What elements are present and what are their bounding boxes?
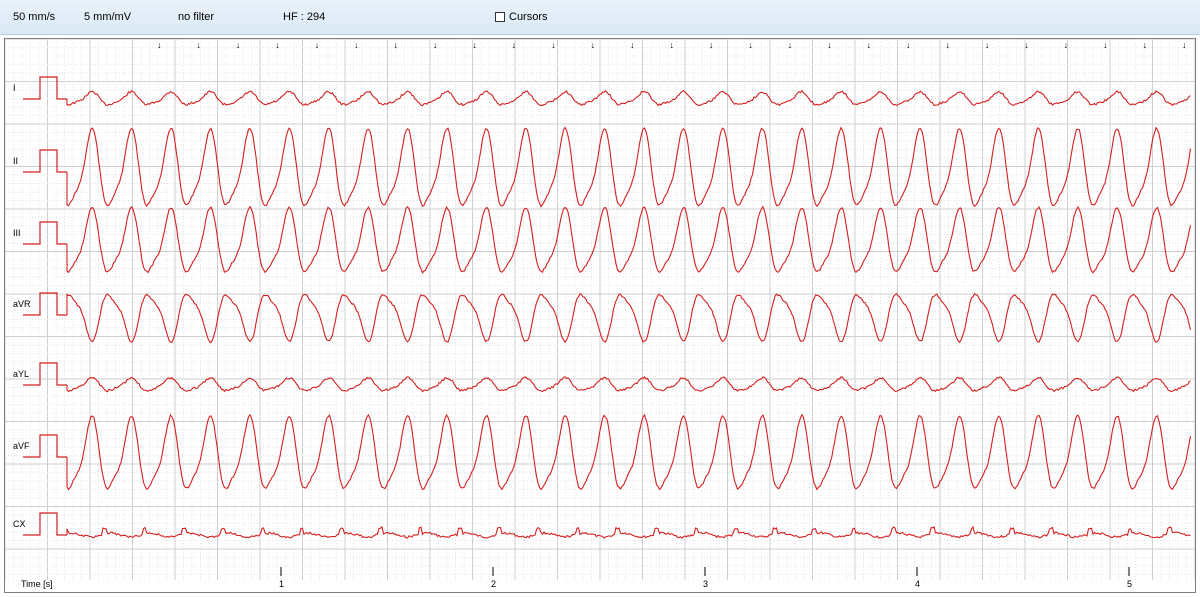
beat-marker: ↓ [236, 40, 241, 50]
lead-label: aYL [13, 369, 29, 379]
lead-trace [66, 413, 1192, 491]
beat-marker: ↓ [788, 40, 793, 50]
lead-aVF: aVF [13, 413, 1192, 491]
beat-marker: ↓ [827, 40, 832, 50]
beat-marker: ↓ [394, 40, 399, 50]
beat-marker: ↓ [1024, 40, 1029, 50]
beat-marker: ↓ [433, 40, 438, 50]
lead-trace [66, 205, 1192, 274]
beat-marker: ↓ [670, 40, 675, 50]
time-axis-label: Time [s] [21, 579, 53, 589]
speed-label[interactable]: 50 mm/s [13, 11, 55, 23]
lead-label: II [13, 156, 18, 166]
lead-label: aVR [13, 299, 31, 309]
beat-marker: ↓ [591, 40, 596, 50]
gain-label[interactable]: 5 mm/mV [84, 11, 131, 23]
beat-marker: ↓ [275, 40, 280, 50]
beat-marker: ↓ [551, 40, 556, 50]
lead-traces: IIIIIIaVRaYLaVFCX [13, 76, 1192, 539]
filter-label[interactable]: no filter [178, 11, 214, 23]
lead-label: III [13, 228, 21, 238]
lead-label: aVF [13, 441, 30, 451]
toolbar: 50 mm/s 5 mm/mV no filter HF : 294 Curso… [0, 0, 1200, 35]
cursors-label[interactable]: Cursors [509, 11, 548, 23]
beat-marker: ↓ [472, 40, 477, 50]
time-tick-label: 5 [1127, 579, 1132, 589]
beat-marker: ↓ [1064, 40, 1069, 50]
time-tick-label: 3 [703, 579, 708, 589]
time-tick-label: 2 [491, 579, 496, 589]
beat-marker: ↓ [196, 40, 201, 50]
calibration-pulse [23, 149, 67, 173]
lead-trace [66, 525, 1191, 539]
calibration-pulse [23, 362, 67, 386]
beat-marker: ↓ [1103, 40, 1108, 50]
lead-aVR: aVR [13, 292, 1192, 344]
beat-marker: ↓ [945, 40, 950, 50]
lead-label: I [13, 83, 16, 93]
beat-marker: ↓ [906, 40, 911, 50]
beat-marker: ↓ [709, 40, 714, 50]
ecg-grid [5, 39, 1195, 580]
lead-label: CX [13, 519, 26, 529]
lead-trace [66, 292, 1192, 344]
beat-marker: ↓ [157, 40, 162, 50]
calibration-pulse [23, 76, 67, 100]
time-tick-label: 4 [915, 579, 920, 589]
ecg-panel: ↓ ↓ ↓ ↓ ↓ ↓ ↓ ↓ ↓ ↓ ↓ ↓ ↓ ↓ ↓ ↓ ↓ ↓ ↓ ↓ ↓ ↓ ↓ ↓ ↓ ↓ ↓ I II III aVR aYL… [4, 38, 1196, 593]
beat-marker: ↓ [1182, 40, 1187, 50]
beat-marker: ↓ [512, 40, 517, 50]
beat-marker: ↓ [867, 40, 872, 50]
beat-marker: ↓ [1143, 40, 1148, 50]
lead-trace [66, 89, 1191, 107]
beat-marker: ↓ [748, 40, 753, 50]
cursors-checkbox[interactable] [495, 12, 505, 22]
beat-marker: ↓ [630, 40, 635, 50]
beat-marker: ↓ [985, 40, 990, 50]
lead-III: III [13, 205, 1192, 274]
beat-marker: ↓ [354, 40, 359, 50]
beat-marker: ↓ [315, 40, 320, 50]
heart-rate-label: HF : 294 [283, 11, 326, 23]
lead-CX: CX [13, 512, 1191, 539]
calibration-pulse [23, 221, 67, 245]
time-tick-label: 1 [279, 579, 284, 589]
ecg-chart[interactable]: ↓ ↓ ↓ ↓ ↓ ↓ ↓ ↓ ↓ ↓ ↓ ↓ ↓ ↓ ↓ ↓ ↓ ↓ ↓ ↓ ↓ ↓ ↓ ↓ ↓ ↓ ↓ IIIIIIaVRaYL… [5, 39, 1195, 592]
